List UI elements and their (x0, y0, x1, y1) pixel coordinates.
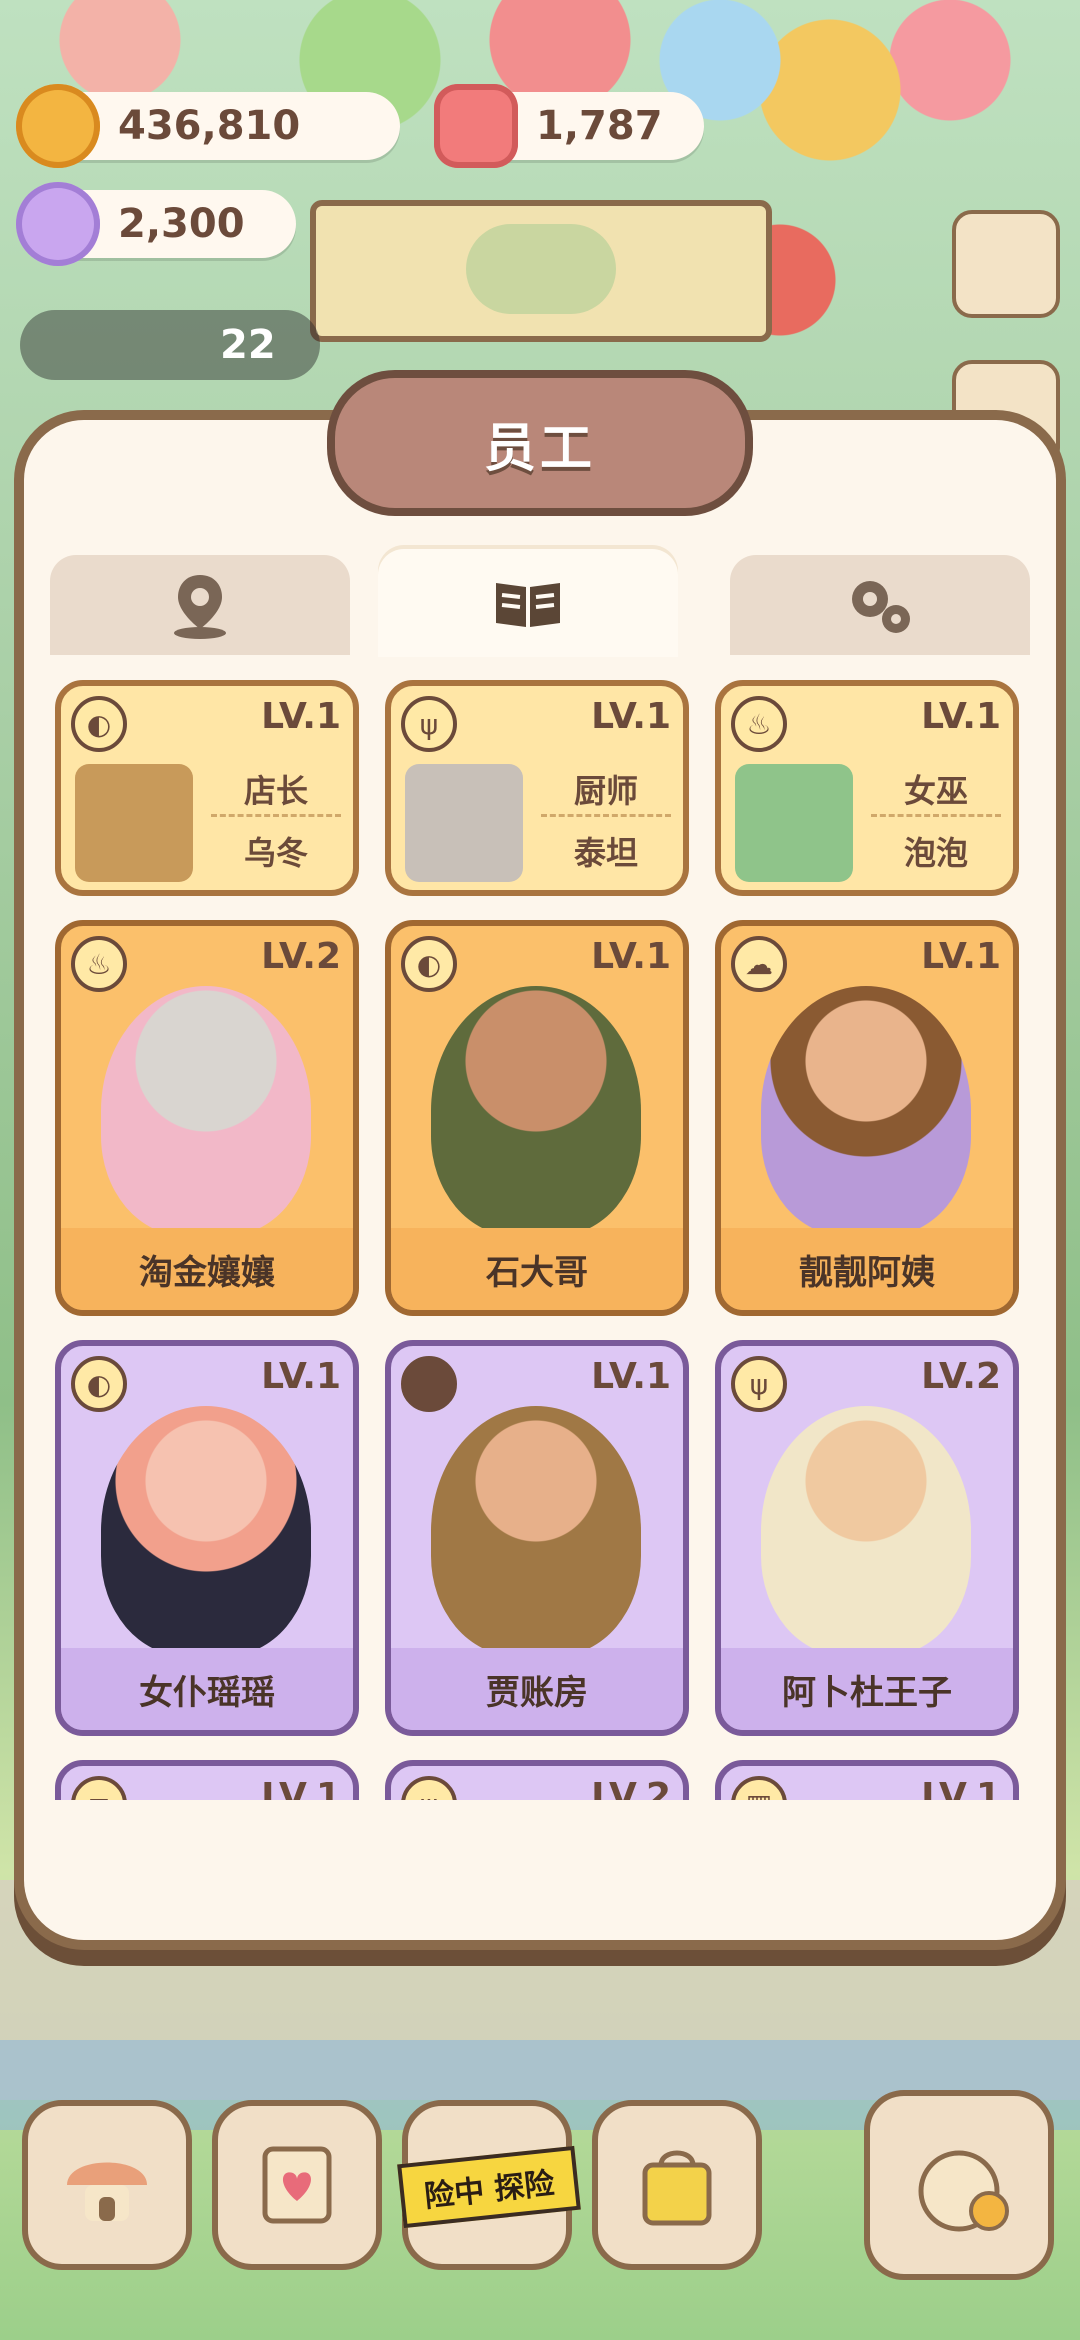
staff-role: 厨师 (573, 772, 638, 810)
gears-icon (852, 581, 910, 633)
steam-bowl-icon: ♨ (71, 936, 127, 992)
staff-art (761, 986, 971, 1236)
level-label: LV.1 (261, 1356, 341, 1397)
staff-role: 店长 (243, 772, 308, 810)
fork-spoon-icon: ψ (401, 1776, 457, 1800)
mushroom-house-icon (67, 2162, 147, 2221)
staff-name: 淘金孃孃 (61, 1228, 353, 1310)
level-label: LV.2 (591, 1776, 671, 1800)
shop-sign (310, 200, 772, 342)
heart-notebook-icon (262, 2146, 332, 2224)
bread-icon: ◐ (71, 1356, 127, 1412)
coin-value: 436,810 (118, 103, 301, 149)
character-clock-button[interactable] (864, 2090, 1054, 2280)
staff-portrait (75, 764, 193, 882)
gem-counter[interactable]: 1,787 (434, 84, 704, 168)
cake-icon: ▥ (731, 1776, 787, 1800)
candy-counter[interactable]: 2,300 (16, 182, 296, 266)
level-label: LV.1 (591, 696, 671, 737)
level-label: LV.1 (261, 1776, 341, 1800)
level-label: LV.1 (921, 936, 1001, 977)
level-chip[interactable]: 22 (20, 310, 320, 380)
divider (541, 814, 671, 817)
staff-name: 石大哥 (391, 1228, 683, 1310)
bread-icon: ◐ (401, 936, 457, 992)
staff-role: 女巫 (903, 772, 968, 810)
staff-card[interactable]: ≡ LV.1 (55, 1760, 359, 1800)
divider (211, 814, 341, 817)
divider (871, 814, 1001, 817)
staff-portrait (735, 764, 853, 882)
level-label: LV.1 (591, 1356, 671, 1397)
staff-name: 靓靓阿姨 (721, 1228, 1013, 1310)
staff-name: 乌冬 (243, 834, 308, 872)
staff-card[interactable]: ψ LV.2 阿卜杜王子 (715, 1340, 1019, 1736)
list-bottom-fade (55, 1800, 1035, 1920)
staff-art (101, 986, 311, 1236)
staff-name: 泰坦 (573, 834, 638, 872)
level-count: 22 (220, 322, 276, 368)
staff-card[interactable]: ☁ LV.1 靓靓阿姨 (715, 920, 1019, 1316)
cookie-coin-icon (16, 84, 100, 168)
staff-card[interactable]: ◐ LV.1 石大哥 (385, 920, 689, 1316)
bread-icon: ◐ (71, 696, 127, 752)
staff-card[interactable]: ♨ LV.2 淘金孃孃 (55, 920, 359, 1316)
level-label: LV.1 (261, 696, 341, 737)
level-label: LV.2 (261, 936, 341, 977)
staff-portrait (405, 764, 523, 882)
menu-icon: ≡ (71, 1776, 127, 1800)
staff-name: 阿卜杜王子 (721, 1648, 1013, 1730)
candy-value: 2,300 (118, 201, 245, 247)
tab-book[interactable] (378, 549, 678, 657)
candy-icon (16, 182, 100, 266)
shop-bag-button[interactable] (592, 2100, 762, 2270)
staff-card-small[interactable]: ◐ LV.1 店长 乌冬 (55, 680, 359, 896)
fork-spoon-icon: ψ (731, 1356, 787, 1412)
level-label: LV.2 (921, 1356, 1001, 1397)
staff-card[interactable]: LV.1 贾账房 (385, 1340, 689, 1736)
panel-title: 员工 (483, 418, 596, 479)
staff-art (431, 986, 641, 1236)
mushroom-house-button[interactable] (22, 2100, 192, 2270)
staff-card[interactable]: ψ LV.2 (385, 1760, 689, 1800)
coin-counter[interactable]: 436,810 (16, 84, 400, 168)
staff-name: 女仆瑶瑶 (61, 1648, 353, 1730)
staff-card-small[interactable]: ψ LV.1 厨师 泰坦 (385, 680, 689, 896)
jelly-gem-icon (434, 84, 518, 168)
staff-art (431, 1406, 641, 1656)
location-pin-icon (174, 575, 226, 639)
panel-tabs (50, 549, 1030, 657)
fork-spoon-icon: ψ (401, 696, 457, 752)
staff-name: 泡泡 (903, 834, 968, 872)
staff-grid: ◐ LV.1 店长 乌冬 ψ LV.1 厨师 泰坦 ♨ LV.1 女巫 泡泡 ♨… (55, 680, 1035, 1800)
open-book-icon (496, 583, 560, 627)
staff-art (101, 1406, 311, 1656)
steam-bowl-icon: ♨ (731, 696, 787, 752)
staff-art (761, 1406, 971, 1656)
level-label: LV.1 (921, 1776, 1001, 1800)
shopping-bag-icon (642, 2150, 712, 2226)
dark-circle-icon (401, 1356, 457, 1412)
staff-card[interactable]: ▥ LV.1 (715, 1760, 1019, 1800)
tab-gears[interactable] (730, 555, 1030, 655)
settings-gear-button[interactable] (952, 210, 1060, 318)
clock-character-icon (918, 2150, 1009, 2232)
level-label: LV.1 (591, 936, 671, 977)
staff-card[interactable]: ◐ LV.1 女仆瑶瑶 (55, 1340, 359, 1736)
tab-location[interactable] (50, 555, 350, 655)
staff-name: 贾账房 (391, 1648, 683, 1730)
panel-title-banner: 员工 (335, 378, 745, 508)
level-label: LV.1 (921, 696, 1001, 737)
staff-card-small[interactable]: ♨ LV.1 女巫 泡泡 (715, 680, 1019, 896)
diary-button[interactable] (212, 2100, 382, 2270)
gem-value: 1,787 (536, 103, 663, 149)
cloud-icon: ☁ (731, 936, 787, 992)
